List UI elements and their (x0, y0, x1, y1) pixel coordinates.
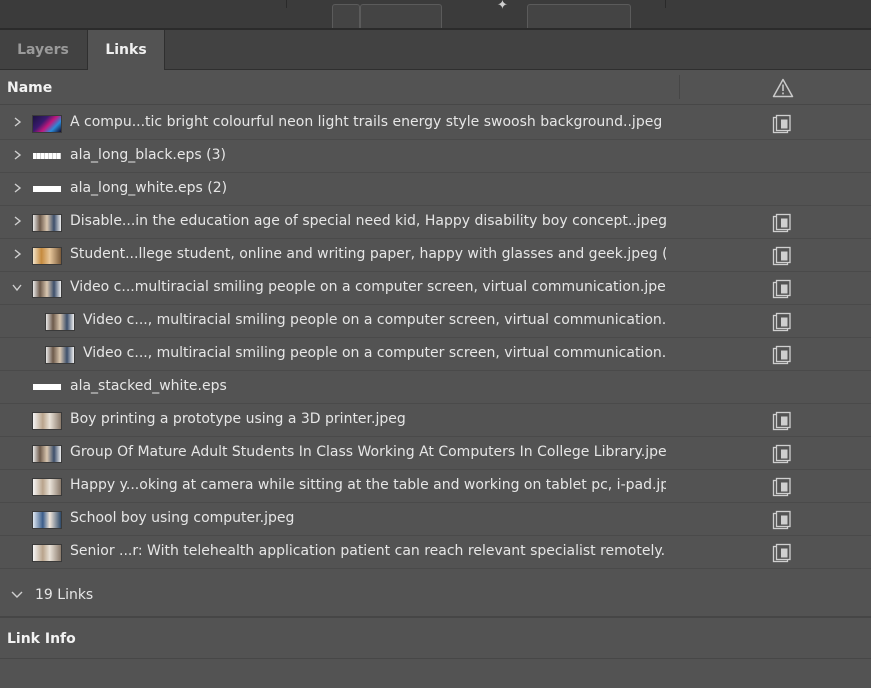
link-name: Boy printing a prototype using a 3D prin… (70, 411, 406, 427)
link-thumbnail (33, 186, 61, 192)
page-icon[interactable] (772, 279, 792, 299)
chevron-down-icon[interactable] (11, 280, 23, 294)
link-thumbnail (45, 346, 75, 364)
link-thumbnail (32, 511, 62, 529)
page-icon[interactable] (772, 114, 792, 134)
links-footer: 19 Links (0, 578, 871, 615)
link-info-title: Link Info (7, 631, 76, 647)
link-name: Video c..., multiracial smiling people o… (83, 345, 666, 361)
link-name: ala_long_black.eps (3) (70, 147, 226, 163)
link-name: ala_long_white.eps (2) (70, 180, 228, 196)
link-name: Happy y...oking at camera while sitting … (70, 477, 666, 493)
toolbar-divider (665, 0, 666, 8)
top-toolbar-strip: ✦ (0, 0, 871, 29)
link-name: Group Of Mature Adult Students In Class … (70, 444, 666, 460)
link-thumbnail (32, 412, 62, 430)
page-icon[interactable] (772, 312, 792, 332)
link-thumbnail (32, 247, 62, 265)
chevron-down-icon[interactable] (10, 588, 24, 600)
link-info-section[interactable]: Link Info (0, 618, 871, 659)
link-name: School boy using computer.jpeg (70, 510, 295, 526)
chevron-right-icon[interactable] (11, 115, 23, 129)
toolbar-divider (286, 0, 287, 8)
link-row[interactable]: Video c..., multiracial smiling people o… (0, 305, 871, 338)
link-thumbnail (33, 384, 61, 390)
link-name: Video c...multiracial smiling people on … (70, 279, 666, 295)
link-row[interactable]: Happy y...oking at camera while sitting … (0, 470, 871, 503)
link-row[interactable]: Disable...in the education age of specia… (0, 206, 871, 239)
page-icon[interactable] (772, 246, 792, 266)
page-icon[interactable] (772, 477, 792, 497)
link-name: A compu...tic bright colourful neon ligh… (70, 114, 666, 130)
page-icon[interactable] (772, 543, 792, 563)
link-name: Student...llege student, online and writ… (70, 246, 666, 262)
tab-links[interactable]: Links (87, 30, 165, 70)
link-row[interactable]: School boy using computer.jpeg (0, 503, 871, 536)
page-icon[interactable] (772, 345, 792, 365)
warning-icon[interactable] (772, 78, 794, 98)
link-row[interactable]: Boy printing a prototype using a 3D prin… (0, 404, 871, 437)
link-row[interactable]: ala_stacked_white.eps (0, 371, 871, 404)
chevron-right-icon[interactable] (11, 214, 23, 228)
panel-tabs: Layers Links (0, 30, 871, 70)
column-header: Name (0, 70, 871, 105)
link-name: ala_stacked_white.eps (70, 378, 227, 394)
link-name: Video c..., multiracial smiling people o… (83, 312, 666, 328)
chevron-right-icon[interactable] (11, 181, 23, 195)
star-icon[interactable]: ✦ (497, 0, 508, 13)
link-row[interactable]: Group Of Mature Adult Students In Class … (0, 437, 871, 470)
page-icon[interactable] (772, 411, 792, 431)
toolbar-control[interactable] (527, 4, 631, 29)
name-column-header[interactable]: Name (7, 80, 52, 96)
link-row[interactable]: ala_long_black.eps (3) (0, 140, 871, 173)
link-row[interactable]: Video c..., multiracial smiling people o… (0, 338, 871, 371)
page-icon[interactable] (772, 510, 792, 530)
link-thumbnail (32, 445, 62, 463)
link-thumbnail (32, 280, 62, 298)
link-thumbnail (32, 115, 62, 133)
links-count: 19 Links (35, 587, 94, 603)
page-icon[interactable] (772, 444, 792, 464)
link-row[interactable]: Senior ...r: With telehealth application… (0, 536, 871, 569)
column-separator[interactable] (679, 75, 680, 99)
link-row[interactable]: A compu...tic bright colourful neon ligh… (0, 107, 871, 140)
tab-layers[interactable]: Layers (0, 30, 86, 69)
link-row[interactable]: ala_long_white.eps (2) (0, 173, 871, 206)
page-icon[interactable] (772, 213, 792, 233)
link-thumbnail (45, 313, 75, 331)
link-row[interactable]: Student...llege student, online and writ… (0, 239, 871, 272)
link-thumbnail (33, 153, 61, 159)
link-name: Senior ...r: With telehealth application… (70, 543, 666, 559)
link-thumbnail (32, 214, 62, 232)
link-thumbnail (32, 478, 62, 496)
link-row[interactable]: Video c...multiracial smiling people on … (0, 272, 871, 305)
link-name: Disable...in the education age of specia… (70, 213, 666, 229)
chevron-right-icon[interactable] (11, 148, 23, 162)
chevron-right-icon[interactable] (11, 247, 23, 261)
toolbar-control[interactable] (360, 4, 442, 29)
toolbar-control[interactable] (332, 4, 360, 29)
link-thumbnail (32, 544, 62, 562)
